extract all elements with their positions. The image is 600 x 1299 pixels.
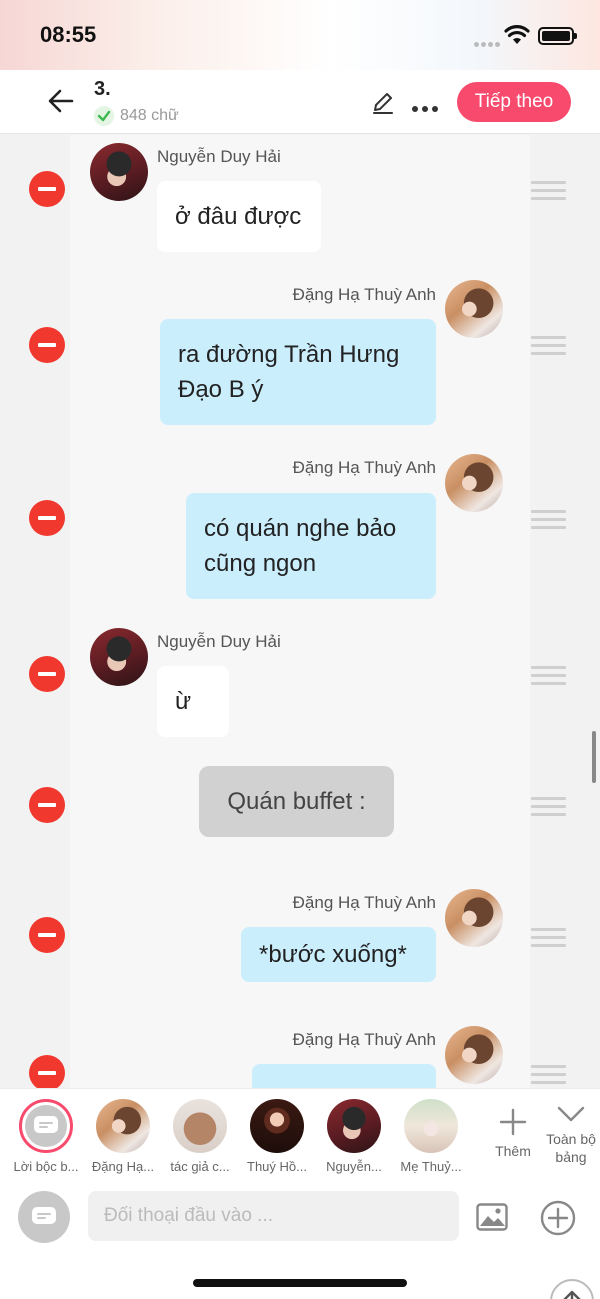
signal-icon xyxy=(474,34,502,52)
sender-name: Nguyễn Duy Hải xyxy=(157,147,281,166)
check-icon xyxy=(94,106,114,126)
add-circle-icon[interactable] xyxy=(540,1200,576,1236)
scrollbar[interactable] xyxy=(592,731,596,783)
status-time: 08:55 xyxy=(40,22,97,47)
avatar[interactable] xyxy=(445,1026,503,1084)
drag-handle-icon[interactable] xyxy=(531,1065,566,1085)
all-characters-button[interactable]: Toàn bộ bảng xyxy=(540,1103,600,1166)
narration-toggle-button[interactable] xyxy=(18,1191,70,1243)
character-item[interactable]: Đặng Hạ... xyxy=(87,1099,159,1174)
drag-handle-icon[interactable] xyxy=(531,181,566,201)
remove-line-button[interactable] xyxy=(29,787,65,823)
drag-handle-icon[interactable] xyxy=(531,666,566,686)
sender-name: Đặng Hạ Thuỳ Anh xyxy=(292,458,436,477)
character-item[interactable]: Nguyễn... xyxy=(318,1099,390,1174)
message-bubble[interactable]: ra đường Trần Hưng Đạo B ý xyxy=(160,319,436,425)
message-bubble[interactable]: ừ xyxy=(157,666,229,737)
image-icon[interactable] xyxy=(476,1203,508,1231)
add-character-button[interactable]: Thêm xyxy=(486,1107,540,1160)
avatar[interactable] xyxy=(445,454,503,512)
remove-line-button[interactable] xyxy=(29,1055,65,1088)
avatar xyxy=(327,1099,381,1153)
arrow-up-icon xyxy=(563,1290,581,1299)
chevron-down-icon xyxy=(557,1106,585,1122)
add-character-label: Thêm xyxy=(495,1143,531,1159)
character-label: Nguyễn... xyxy=(326,1159,382,1174)
all-characters-label: Toàn bộ bảng xyxy=(546,1131,596,1165)
message-bubble[interactable]: ở đâu được xyxy=(157,181,321,252)
chapter-title: 3. xyxy=(94,78,111,100)
drag-handle-icon[interactable] xyxy=(531,336,566,356)
home-indicator xyxy=(193,1279,407,1287)
more-icon[interactable] xyxy=(412,99,442,117)
dialogue-input[interactable] xyxy=(88,1191,459,1241)
remove-line-button[interactable] xyxy=(29,500,65,536)
next-button[interactable]: Tiếp theo xyxy=(457,82,571,122)
sender-name: Đặng Hạ Thuỳ Anh xyxy=(292,285,436,304)
avatar xyxy=(404,1099,458,1153)
avatar[interactable] xyxy=(445,889,503,947)
dialogue-list[interactable]: Nguyễn Duy Hải ở đâu được Đặng Hạ Thuỳ A… xyxy=(0,135,600,1088)
drag-handle-icon[interactable] xyxy=(531,928,566,948)
word-count-text: 848 chữ xyxy=(120,107,179,124)
avatar[interactable] xyxy=(90,628,148,686)
character-item[interactable]: Mẹ Thuỷ... xyxy=(395,1099,467,1174)
sender-name: Đặng Hạ Thuỳ Anh xyxy=(292,1030,436,1049)
narration-bubble[interactable]: Quán buffet : xyxy=(199,766,394,837)
character-strip: Lời bộc b... Đặng Hạ... tác giả c... Thu… xyxy=(0,1088,600,1183)
input-bar xyxy=(0,1183,600,1299)
status-bar: 08:55 xyxy=(0,0,600,70)
character-label: Mẹ Thuỷ... xyxy=(400,1159,462,1174)
narration-icon xyxy=(32,1207,56,1224)
avatar xyxy=(96,1099,150,1153)
avatar xyxy=(173,1099,227,1153)
character-label: tác giả c... xyxy=(170,1159,230,1174)
character-label: Đặng Hạ... xyxy=(91,1159,155,1174)
drag-handle-icon[interactable] xyxy=(531,510,566,530)
character-narration[interactable]: Lời bộc b... xyxy=(10,1099,82,1174)
remove-line-button[interactable] xyxy=(29,327,65,363)
remove-line-button[interactable] xyxy=(29,917,65,953)
remove-line-button[interactable] xyxy=(29,171,65,207)
character-label: Thuý Hồ... xyxy=(247,1159,307,1174)
remove-line-button[interactable] xyxy=(29,656,65,692)
editor-header: 3. 848 chữ Tiếp theo xyxy=(0,70,600,134)
avatar xyxy=(250,1099,304,1153)
message-bubble[interactable] xyxy=(252,1064,436,1088)
message-bubble[interactable]: *bước xuống* xyxy=(241,927,436,982)
avatar[interactable] xyxy=(90,143,148,201)
character-label: Lời bộc b... xyxy=(13,1159,79,1174)
back-arrow-icon[interactable] xyxy=(46,86,76,116)
word-count: 848 chữ xyxy=(94,106,179,126)
pencil-icon[interactable] xyxy=(370,90,396,116)
sender-name: Đặng Hạ Thuỳ Anh xyxy=(292,893,436,912)
sender-name: Nguyễn Duy Hải xyxy=(157,632,281,651)
narration-icon xyxy=(25,1105,67,1147)
avatar[interactable] xyxy=(445,280,503,338)
plus-icon xyxy=(499,1108,527,1136)
wifi-icon xyxy=(504,25,530,44)
character-item[interactable]: tác giả c... xyxy=(164,1099,236,1174)
character-item[interactable]: Thuý Hồ... xyxy=(241,1099,313,1174)
battery-icon xyxy=(538,27,577,45)
scroll-up-button[interactable] xyxy=(550,1279,594,1299)
drag-handle-icon[interactable] xyxy=(531,797,566,817)
message-bubble[interactable]: có quán nghe bảo cũng ngon xyxy=(186,493,436,599)
